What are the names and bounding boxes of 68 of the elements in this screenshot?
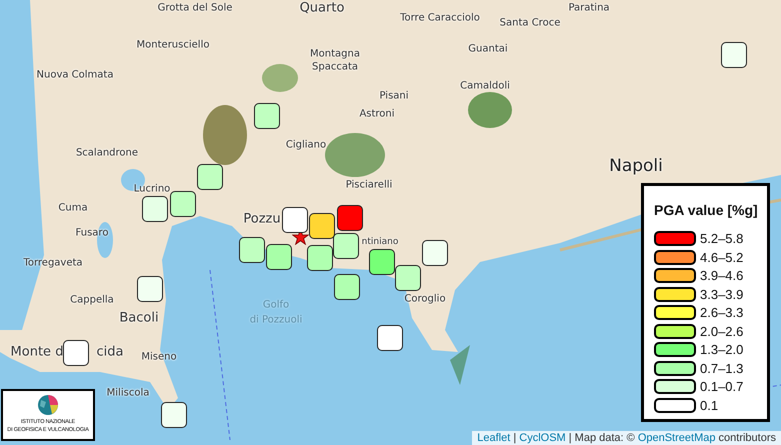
station-marker[interactable] xyxy=(197,164,223,190)
place-label: Santa Croce xyxy=(500,18,560,28)
place-label: Monte d xyxy=(10,344,64,360)
station-marker[interactable] xyxy=(254,103,280,129)
place-label: Scalandrone xyxy=(76,148,138,158)
place-label: di Pozzuoli xyxy=(250,314,302,326)
station-marker[interactable] xyxy=(142,196,168,222)
station-marker[interactable] xyxy=(721,42,747,68)
station-marker[interactable] xyxy=(369,249,395,275)
place-label: Cappella xyxy=(70,294,114,306)
attribution-text: Leaflet | CyclOSM | Map data: © OpenStreetMap contributors xyxy=(472,431,781,445)
place-label: Monterusciello xyxy=(136,40,210,50)
station-marker[interactable] xyxy=(282,207,308,233)
station-marker[interactable] xyxy=(334,274,360,300)
place-label: Grotta del Sole xyxy=(158,2,232,14)
place-label: Pozzu xyxy=(243,212,281,226)
place-label: Pisani xyxy=(379,90,409,102)
station-marker[interactable] xyxy=(309,213,335,239)
station-marker[interactable] xyxy=(239,237,265,263)
station-marker[interactable] xyxy=(377,325,403,351)
place-label: Lucrino xyxy=(134,184,170,194)
place-label: Pisciarelli xyxy=(346,180,392,190)
station-marker[interactable] xyxy=(137,276,163,302)
legend-label: 1.3–2.0 xyxy=(700,342,744,357)
place-label: Nuova Colmata xyxy=(36,70,114,80)
place-label: Coroglio xyxy=(404,294,446,304)
place-label: Astroni xyxy=(359,108,395,120)
station-marker[interactable] xyxy=(161,402,187,428)
legend-label: 4.6–5.2 xyxy=(700,250,744,264)
place-label: Camaldoli xyxy=(460,80,510,92)
legend-label: 2.0–2.6 xyxy=(700,324,744,338)
legend-label: 2.6–3.3 xyxy=(700,305,744,320)
place-label: Cuma xyxy=(58,202,88,214)
legend-label: 0.1 xyxy=(700,398,718,412)
place-label: ntiniano xyxy=(362,237,398,247)
station-marker[interactable] xyxy=(63,340,89,366)
station-marker[interactable] xyxy=(422,240,448,266)
attribution-link[interactable]: OpenStreetMap xyxy=(638,432,716,444)
place-label: Golfo xyxy=(262,300,290,310)
legend-label: 0.1–0.7 xyxy=(700,379,744,394)
place-label: Cigliano xyxy=(286,140,326,150)
globe-icon xyxy=(37,394,59,416)
attribution-link[interactable]: CyclOSM xyxy=(519,432,566,444)
legend-label: 5.2–5.8 xyxy=(700,231,744,246)
place-label: Fusaro xyxy=(76,228,108,238)
legend-label: 3.3–3.9 xyxy=(700,286,744,302)
place-label: Guantai xyxy=(468,44,508,54)
place-label: cida xyxy=(96,344,124,360)
station-marker[interactable] xyxy=(337,205,363,231)
attribution-link[interactable]: Leaflet xyxy=(477,432,510,444)
place-label: Miliscola xyxy=(106,388,150,398)
place-label: Napoli xyxy=(609,156,663,176)
place-label: Spaccata xyxy=(312,62,358,72)
legend-title: PGA value [%g] xyxy=(654,202,759,219)
place-label: Bacoli xyxy=(119,310,159,326)
place-label: Miseno xyxy=(141,352,177,362)
station-marker[interactable] xyxy=(266,244,292,270)
legend-label: 0.7–1.3 xyxy=(700,360,744,376)
station-marker[interactable] xyxy=(333,233,359,259)
station-marker[interactable] xyxy=(395,265,421,291)
station-marker[interactable] xyxy=(170,191,196,217)
station-marker[interactable] xyxy=(307,245,333,271)
place-label: Torre Caracciolo xyxy=(400,12,480,24)
place-label: Montagna xyxy=(310,48,360,60)
place-label: Torregaveta xyxy=(23,258,83,268)
place-label: Quarto xyxy=(300,0,344,16)
legend-label: 3.9–4.6 xyxy=(700,268,744,283)
place-label: Paratina xyxy=(568,2,610,14)
